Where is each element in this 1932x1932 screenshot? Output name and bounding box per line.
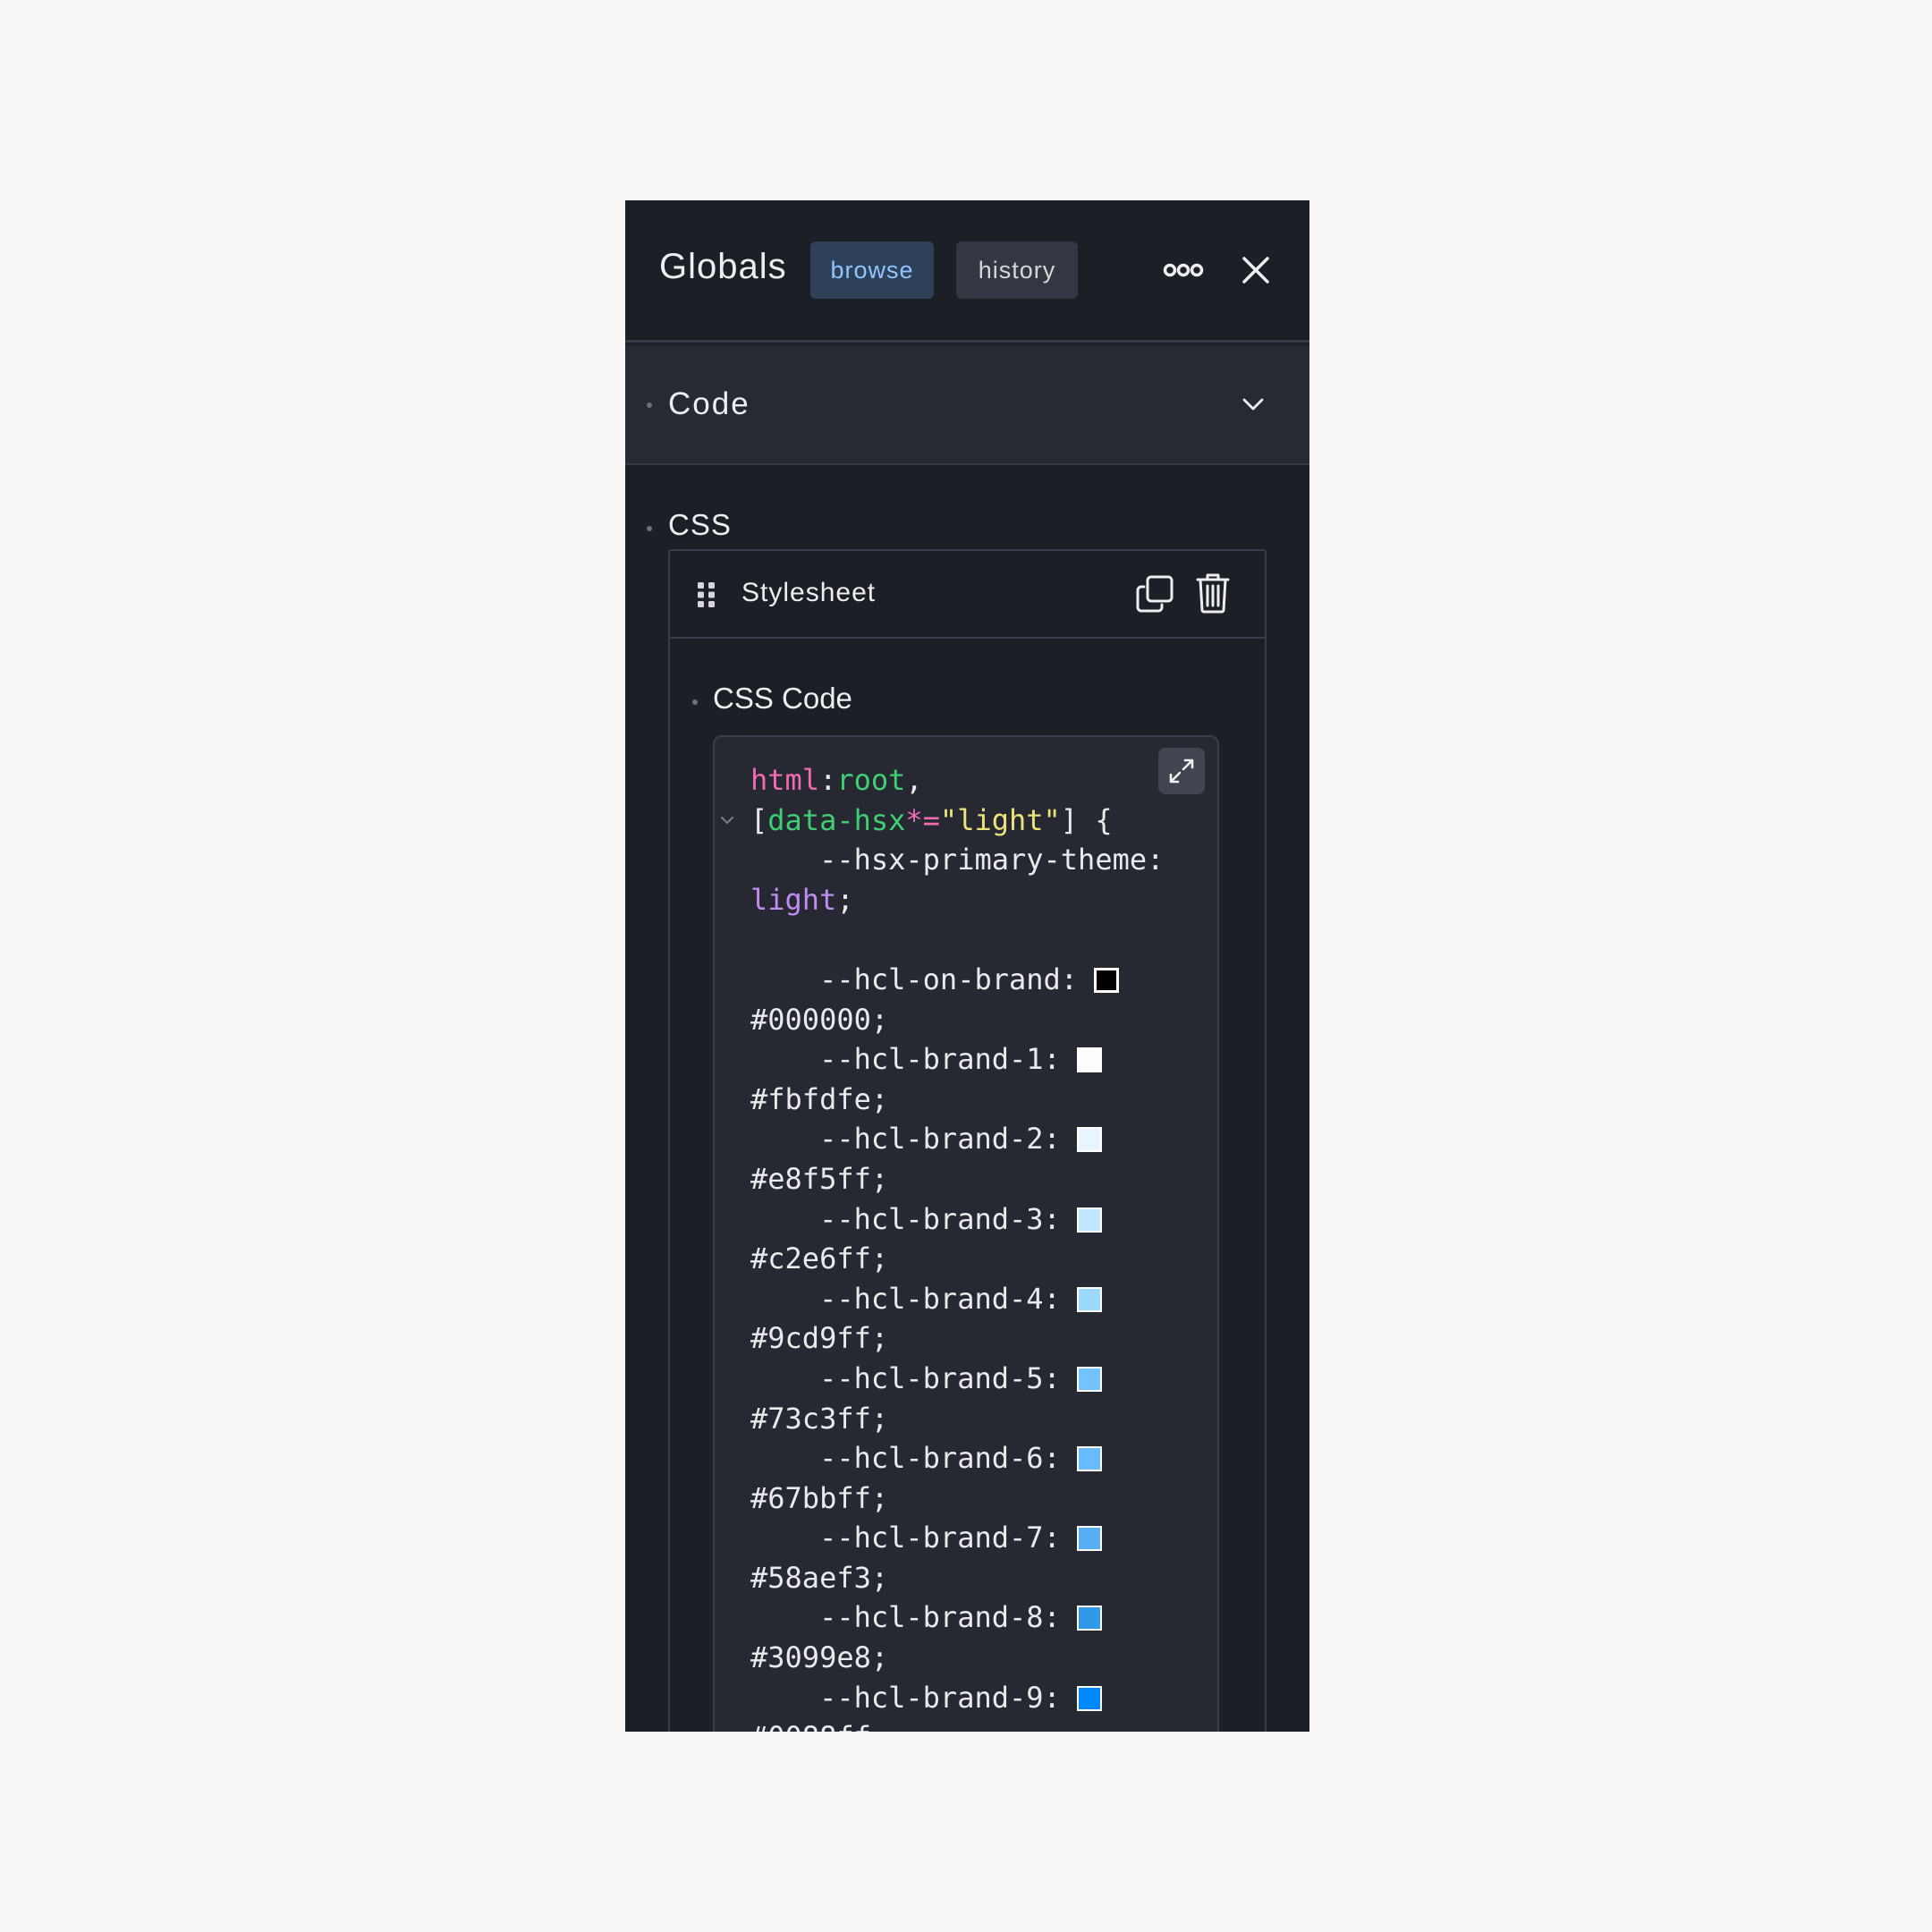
color-swatch[interactable] <box>1076 1606 1102 1631</box>
panel-title: Globals <box>659 247 787 286</box>
code-token: root <box>836 763 906 797</box>
globals-panel: Globals browse history Code CSS Styleshe… <box>625 200 1309 1732</box>
panel-header: Globals browse history <box>625 200 1309 340</box>
color-swatch[interactable] <box>1076 1207 1102 1233</box>
code-line: --hcl-brand-2: <box>750 1119 1164 1159</box>
code-line: --hcl-brand-6: <box>750 1438 1164 1479</box>
code-line: --hcl-brand-4: <box>750 1279 1164 1319</box>
more-dots-icon[interactable] <box>1162 256 1205 284</box>
color-swatch[interactable] <box>1076 1366 1102 1392</box>
code-token: *= <box>905 802 940 837</box>
color-swatch[interactable] <box>1076 1047 1102 1073</box>
code-section-toggle[interactable]: Code <box>625 345 1309 465</box>
code-line: --hcl-on-brand: <box>750 960 1164 1000</box>
copy-icon[interactable] <box>1135 574 1174 614</box>
var-name: --hcl-brand-4: <box>750 1281 1061 1316</box>
code-line: #3099e8; <box>750 1640 889 1675</box>
fold-chevron-icon[interactable] <box>720 814 734 826</box>
code-line: --hsx-primary-theme: <box>750 843 1165 877</box>
var-name: --hcl-brand-5: <box>750 1360 1061 1395</box>
var-name: --hcl-brand-8: <box>750 1600 1061 1635</box>
code-line: --hcl-brand-9: <box>750 1678 1164 1718</box>
code-line: #000000; <box>750 1002 889 1037</box>
var-name: --hcl-brand-9: <box>750 1680 1061 1715</box>
color-swatch[interactable] <box>1076 1526 1102 1552</box>
stylesheet-card: Stylesheet CSS Code html:root, [data-hsx… <box>668 549 1267 1732</box>
close-icon[interactable] <box>1240 254 1272 286</box>
stylesheet-header: Stylesheet <box>670 551 1265 639</box>
code-content: html:root, [data-hsx*="light"] { --hsx-pr… <box>750 760 1164 1732</box>
color-swatch[interactable] <box>1076 1446 1102 1472</box>
code-line: #58aef3; <box>750 1560 889 1595</box>
code-token: [ <box>750 802 768 837</box>
expand-icon[interactable] <box>1158 748 1205 794</box>
code-line: #67bbff; <box>750 1480 889 1515</box>
drag-handle-icon[interactable] <box>697 581 716 608</box>
var-name: --hcl-brand-6: <box>750 1441 1061 1476</box>
code-line: #73c3ff; <box>750 1401 889 1436</box>
color-swatch[interactable] <box>1076 1127 1102 1153</box>
code-line: --hcl-brand-8: <box>750 1597 1164 1638</box>
code-token: , <box>905 763 923 797</box>
code-line: --hcl-brand-1: <box>750 1039 1164 1080</box>
color-swatch[interactable] <box>1076 1685 1102 1711</box>
css-section-label: CSS <box>668 508 732 541</box>
css-code-label: CSS Code <box>713 682 852 715</box>
code-token: html <box>750 763 820 797</box>
code-line: --hcl-brand-7: <box>750 1518 1164 1558</box>
code-line: #0088ff; <box>750 1717 1164 1732</box>
section-bullet <box>647 402 652 408</box>
var-name: --hcl-brand-1: <box>750 1042 1061 1077</box>
code-token: ; <box>836 882 854 917</box>
trash-icon[interactable] <box>1196 572 1230 614</box>
var-name: --hcl-brand-7: <box>750 1521 1061 1555</box>
css-code-editor[interactable]: html:root, [data-hsx*="light"] { --hsx-pr… <box>713 735 1219 1732</box>
code-section-label: Code <box>668 386 750 421</box>
section-bullet <box>647 526 652 531</box>
code-token: data-hsx <box>767 802 906 837</box>
stylesheet-title: Stylesheet <box>741 578 877 607</box>
code-token: "light" <box>939 802 1061 837</box>
var-name: --hcl-brand-3: <box>750 1201 1061 1236</box>
code-token: light <box>750 882 837 917</box>
var-name: --hcl-brand-2: <box>750 1122 1061 1157</box>
code-token: : <box>819 763 837 797</box>
header-divider <box>625 340 1309 343</box>
section-bullet <box>692 699 698 705</box>
code-line: [data-hsx*="light"] { <box>750 801 1164 841</box>
code-line: #e8f5ff; <box>750 1161 889 1196</box>
color-swatch[interactable] <box>1094 967 1120 993</box>
code-line: #fbfdfe; <box>750 1081 889 1116</box>
code-line: --hcl-brand-5: <box>750 1359 1164 1399</box>
var-name: --hcl-on-brand: <box>750 962 1079 996</box>
code-line: #9cd9ff; <box>750 1321 889 1356</box>
code-line: light; <box>750 880 1164 920</box>
chevron-down-icon[interactable] <box>1241 392 1266 417</box>
color-swatch[interactable] <box>1076 1286 1102 1312</box>
code-line: --hcl-brand-3: <box>750 1199 1164 1240</box>
tab-browse[interactable]: browse <box>810 242 934 299</box>
code-line: #c2e6ff; <box>750 1241 889 1276</box>
code-line: html:root, <box>750 760 1164 801</box>
code-token: ] { <box>1060 802 1113 837</box>
tab-history[interactable]: history <box>956 242 1078 299</box>
